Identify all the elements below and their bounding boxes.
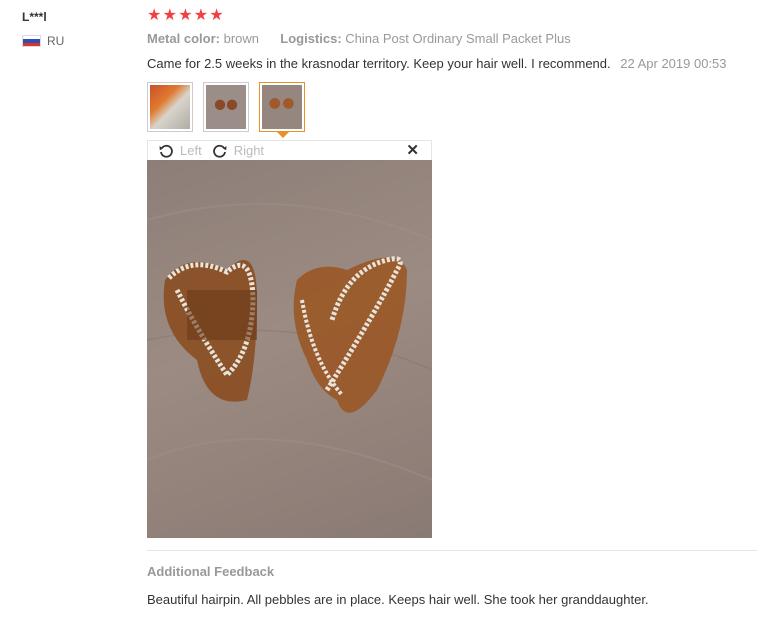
metal-color-value: brown bbox=[223, 31, 260, 46]
viewer-toolbar: Left Right ✕ bbox=[147, 140, 432, 160]
additional-feedback-title: Additional Feedback bbox=[147, 564, 275, 579]
review-text: Came for 2.5 weeks in the krasnodar terr… bbox=[147, 56, 611, 71]
rotate-right-icon bbox=[212, 144, 227, 158]
russia-flag-icon bbox=[22, 35, 41, 47]
close-viewer-button[interactable]: ✕ bbox=[406, 142, 419, 160]
reviewer-name: L***l bbox=[22, 10, 47, 24]
photo-thumbnail-2-icon bbox=[206, 85, 246, 129]
rotate-left-label: Left bbox=[180, 143, 202, 158]
additional-feedback-text: Beautiful hairpin. All pebbles are in pl… bbox=[147, 592, 649, 607]
active-indicator-icon bbox=[277, 132, 289, 138]
star-icon: ★ bbox=[162, 7, 177, 24]
logistics-label: Logistics: bbox=[280, 31, 342, 46]
star-rating: ★ ★ ★ ★ ★ bbox=[147, 7, 225, 25]
review-photo bbox=[147, 160, 432, 538]
photo-thumbnails bbox=[147, 82, 315, 138]
rotate-left-icon bbox=[159, 144, 173, 158]
photo-thumbnail-1-icon bbox=[150, 85, 190, 129]
review-date: 22 Apr 2019 00:53 bbox=[620, 56, 727, 71]
reviewer-info: L***l RU bbox=[22, 8, 132, 48]
review-comment: Came for 2.5 weeks in the krasnodar terr… bbox=[147, 56, 727, 71]
rotate-right-label: Right bbox=[233, 143, 265, 158]
star-icon: ★ bbox=[209, 7, 224, 24]
photo-viewer: Left Right ✕ bbox=[147, 140, 432, 538]
divider bbox=[147, 550, 757, 551]
star-icon: ★ bbox=[147, 7, 162, 24]
rotate-right-button[interactable]: Right bbox=[212, 143, 264, 159]
country-code: RU bbox=[47, 34, 65, 48]
photo-thumbnail[interactable] bbox=[147, 82, 193, 132]
metal-color-label: Metal color: bbox=[147, 31, 220, 46]
purchase-attributes: Metal color: brown Logistics: China Post… bbox=[147, 31, 571, 46]
logistics-value: China Post Ordinary Small Packet Plus bbox=[345, 31, 571, 46]
star-icon: ★ bbox=[193, 7, 209, 24]
hairclip-photo-icon bbox=[147, 203, 432, 481]
photo-thumbnail[interactable] bbox=[203, 82, 249, 132]
star-icon: ★ bbox=[178, 7, 193, 24]
reviewer-country: RU bbox=[22, 34, 132, 48]
photo-thumbnail-active[interactable] bbox=[259, 82, 305, 138]
photo-thumbnail-3-icon bbox=[262, 85, 302, 129]
rotate-left-button[interactable]: Left bbox=[158, 143, 202, 159]
